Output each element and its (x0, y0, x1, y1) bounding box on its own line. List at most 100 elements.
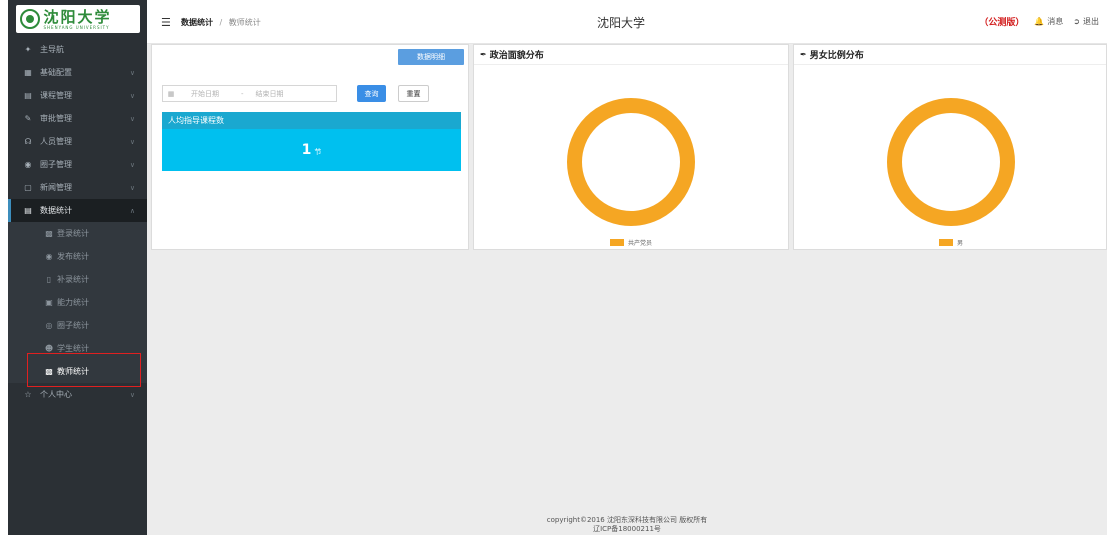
chevron-down-icon: ∨ (129, 114, 135, 123)
pencil-icon: ✒ (800, 50, 807, 59)
legend-label: 共产党员 (628, 240, 653, 247)
folder-icon: ▯ (46, 275, 52, 284)
calendar-icon: ▤ (24, 91, 32, 100)
sidebar-item-basic-config[interactable]: ▦ 基础配置 ∨ (8, 61, 147, 84)
sidebar-item-approval[interactable]: ✎ 审批管理 ∨ (8, 107, 147, 130)
submenu-item-student-stats[interactable]: ☻ 学生统计 (8, 337, 147, 360)
logout-label: 退出 (1083, 17, 1099, 26)
bar-chart-icon: ▩ (45, 229, 53, 238)
beta-badge: （公测版） (979, 18, 1025, 28)
sidebar-item-personnel[interactable]: ☊ 人员管理 ∨ (8, 130, 147, 153)
submenu-item-label: 补录统计 (57, 275, 89, 284)
top-header: ☰ 数据统计 / 教师统计 沈阳大学 （公测版） 🔔 消息 ➲ 退出 (147, 0, 1107, 44)
submenu-item-ability-stats[interactable]: ▣ 能力统计 (8, 291, 147, 314)
sidebar-item-label: 课程管理 (40, 91, 72, 100)
chevron-down-icon: ∨ (129, 183, 135, 192)
edit-icon: ✎ (24, 114, 32, 123)
sidebar-item-news[interactable]: ▢ 新闻管理 ∨ (8, 176, 147, 199)
home-icon: ✦ (24, 45, 32, 54)
site-title: 沈阳大学 (597, 16, 646, 30)
sidebar-item-statistics[interactable]: ▤ 数据统计 ∧ (8, 199, 147, 222)
sidebar-item-label: 主导航 (40, 45, 64, 54)
logo-name-en: SHENYANG UNIVERSITY (43, 24, 110, 30)
donut-slice[interactable] (567, 98, 695, 226)
reset-button[interactable]: 重置 (398, 85, 429, 102)
legend-swatch (610, 239, 624, 246)
sidebar-item-courses[interactable]: ▤ 课程管理 ∨ (8, 84, 147, 107)
submenu-item-label: 圈子统计 (57, 321, 89, 330)
end-date-input[interactable]: 结束日期 (256, 89, 284, 99)
stat-value-number: 1 (301, 142, 312, 158)
submenu-item-label: 能力统计 (57, 298, 89, 307)
star-icon: ☆ (24, 390, 32, 399)
political-status-chart-panel: ✒ 政治面貌分布 共产党员 (473, 44, 789, 250)
stats-icon: ▤ (24, 206, 32, 215)
sidebar-item-label: 新闻管理 (40, 183, 72, 192)
sidebar-main-nav[interactable]: ✦ 主导航 (8, 38, 147, 61)
submenu-item-login-stats[interactable]: ▩ 登录统计 (8, 222, 147, 245)
chart-legend: 共产党员 (610, 238, 652, 247)
copy-icon: ▣ (45, 298, 53, 307)
date-range-picker[interactable]: ▦ 开始日期 - 结束日期 (162, 85, 337, 102)
chevron-up-icon: ∧ (129, 206, 135, 215)
sidebar-item-label: 人员管理 (40, 137, 72, 146)
breadcrumb-page: 教师统计 (228, 18, 261, 27)
messages-button[interactable]: 🔔 消息 (1034, 16, 1063, 27)
university-logo[interactable]: 沈阳大学 SHENYANG UNIVERSITY (15, 5, 140, 33)
pencil-icon: ✒ (480, 50, 487, 59)
breadcrumb-section[interactable]: 数据统计 (181, 18, 213, 27)
document-icon: ▩ (45, 367, 53, 376)
data-detail-button[interactable]: 数据明细 (398, 49, 464, 65)
legend-swatch (939, 239, 953, 246)
statistics-submenu: ▩ 登录统计 ◉ 发布统计 ▯ 补录统计 ▣ 能力统计 ◎ 圈子统计 ☻ 学生统… (8, 222, 147, 383)
header-actions: （公测版） 🔔 消息 ➲ 退出 (979, 15, 1099, 28)
teacher-stats-panel: 数据明细 ▦ 开始日期 - 结束日期 查询 重置 人均指导课程数 1节 (151, 44, 469, 250)
sidebar-item-personal-center[interactable]: ☆ 个人中心 ∨ (8, 383, 147, 406)
footer-copyright: copyright©2016 沈阳东深科技有限公司 版权所有 (546, 516, 708, 524)
stat-card-title: 人均指导课程数 (162, 112, 461, 129)
chevron-down-icon: ∨ (129, 91, 135, 100)
gender-ratio-donut-chart (887, 98, 1015, 226)
submenu-item-circle-stats[interactable]: ◎ 圈子统计 (8, 314, 147, 337)
sidebar-item-label: 个人中心 (40, 390, 72, 399)
app-root: 沈阳大学 SHENYANG UNIVERSITY ✦ 主导航 ▦ 基础配置 ∨ … (0, 0, 1107, 535)
chevron-down-icon: ∨ (129, 137, 135, 146)
submenu-item-label: 登录统计 (57, 229, 89, 238)
chart-title: ✒ 政治面貌分布 (474, 45, 788, 65)
comment-icon: ◉ (45, 252, 53, 261)
messages-label: 消息 (1047, 17, 1064, 26)
chart-title-text: 男女比例分布 (809, 51, 864, 61)
grid-icon: ▦ (24, 68, 32, 77)
sidebar-item-label: 审批管理 (40, 114, 72, 123)
chevron-down-icon: ∨ (129, 160, 135, 169)
sidebar-item-label: 数据统计 (40, 206, 72, 215)
sidebar: 沈阳大学 SHENYANG UNIVERSITY ✦ 主导航 ▦ 基础配置 ∨ … (8, 0, 147, 535)
breadcrumb-separator: / (219, 18, 223, 27)
donut-slice[interactable] (887, 98, 1015, 226)
date-range-separator: - (241, 89, 244, 98)
query-button[interactable]: 查询 (357, 85, 386, 102)
chart-title: ✒ 男女比例分布 (794, 45, 1106, 65)
political-status-donut-chart (567, 98, 695, 226)
logout-button[interactable]: ➲ 退出 (1073, 16, 1099, 27)
chevron-down-icon: ∨ (129, 68, 135, 77)
submenu-item-label: 发布统计 (57, 252, 89, 261)
sidebar-item-circles[interactable]: ◉ 圈子管理 ∨ (8, 153, 147, 176)
submenu-item-teacher-stats[interactable]: ▩ 教师统计 (8, 360, 147, 383)
target-icon: ◎ (45, 321, 53, 330)
menu-toggle-icon[interactable]: ☰ (161, 16, 171, 29)
sidebar-item-label: 基础配置 (40, 68, 72, 77)
circle-icon: ◉ (24, 160, 32, 169)
footer: copyright©2016 沈阳东深科技有限公司 版权所有 辽ICP备1800… (147, 516, 1107, 534)
submenu-item-supplement-stats[interactable]: ▯ 补录统计 (8, 268, 147, 291)
gender-ratio-chart-panel: ✒ 男女比例分布 男 (793, 44, 1107, 250)
users-icon: ☻ (44, 344, 54, 353)
news-icon: ▢ (24, 183, 32, 192)
main-content: 数据明细 ▦ 开始日期 - 结束日期 查询 重置 人均指导课程数 1节 ✒ 政治… (147, 44, 1107, 535)
chart-legend: 男 (939, 238, 963, 247)
submenu-item-publish-stats[interactable]: ◉ 发布统计 (8, 245, 147, 268)
logo-name-cn: 沈阳大学 (43, 7, 112, 26)
start-date-input[interactable]: 开始日期 (191, 89, 219, 99)
chevron-down-icon: ∨ (129, 390, 135, 399)
breadcrumb: 数据统计 / 教师统计 (181, 17, 261, 28)
